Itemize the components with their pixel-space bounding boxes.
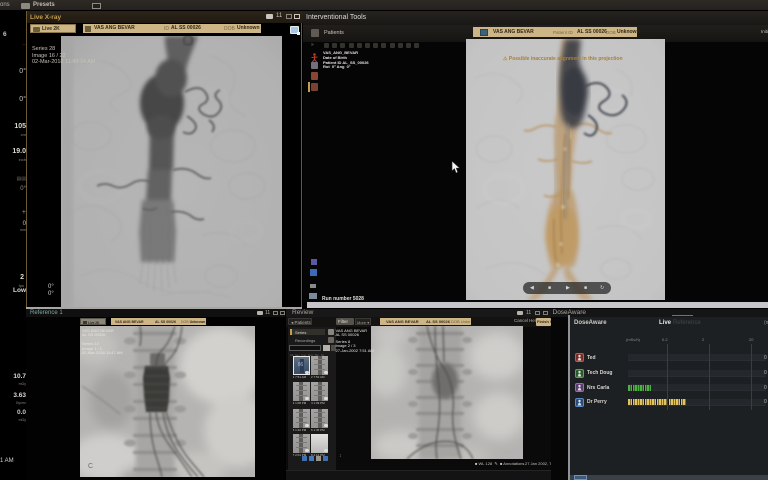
svg-text:C: C [88,463,93,470]
